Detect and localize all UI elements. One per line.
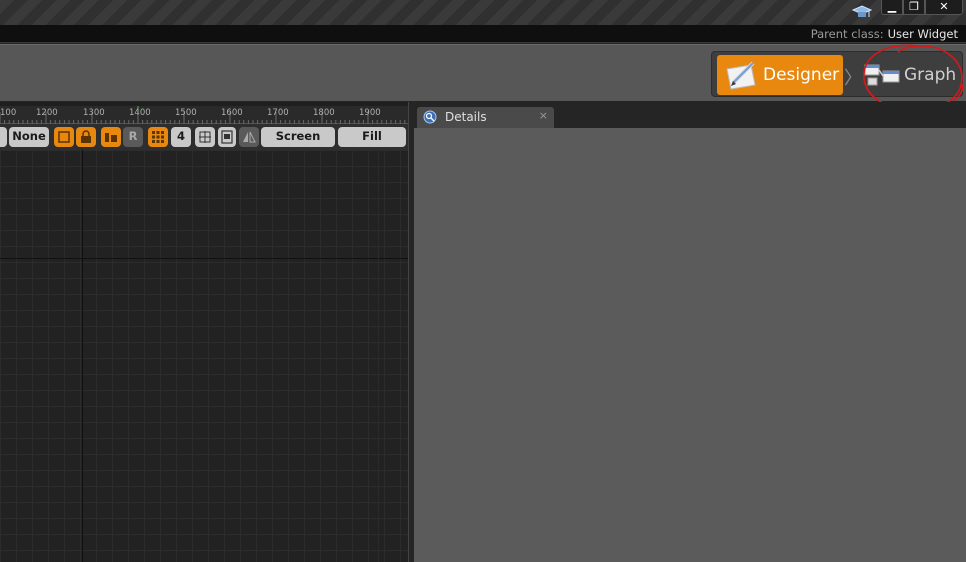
designer-label: Designer (763, 65, 840, 85)
ruler-label: 1400 (129, 108, 151, 118)
anchor-dropdown-edge[interactable] (0, 127, 7, 147)
designer-canvas-grid[interactable] (0, 150, 408, 562)
screen-size-dropdown[interactable]: Screen Size ▾ (261, 127, 335, 162)
designer-pencil-icon (726, 61, 756, 90)
parent-class-info: Parent class: User Widget (811, 27, 958, 41)
ruler-label: 1900 (359, 108, 381, 118)
restore-button[interactable]: ❐ (903, 0, 925, 15)
flip-preview-icon[interactable] (239, 127, 259, 147)
designer-mode-button[interactable]: Designer (717, 55, 843, 95)
details-info-icon (423, 110, 437, 124)
details-panel: Details × (414, 102, 966, 562)
mode-switcher: Designer 〉 Graph (711, 51, 963, 97)
horizontal-ruler: 100 1200 1300 1400 1500 1600 1700 1800 1… (0, 106, 408, 124)
ruler-label: 1200 (36, 108, 58, 118)
close-tab-icon[interactable]: × (539, 109, 548, 122)
parent-class-label: Parent class: (810, 27, 884, 41)
close-window-button[interactable]: ✕ (925, 0, 963, 15)
window-title-bar: ▁ ❐ ✕ (0, 0, 966, 25)
device-preview-icon[interactable] (218, 127, 236, 147)
canvas-axis-horizontal (0, 258, 408, 259)
mode-toolbar: Designer 〉 Graph (0, 44, 966, 101)
tab-details[interactable]: Details × (417, 107, 554, 128)
ruler-ticks (0, 106, 408, 124)
parent-class-link[interactable]: User Widget (888, 27, 958, 41)
graph-mode-button[interactable]: Graph (860, 55, 960, 95)
grid-snap-icon[interactable] (148, 127, 168, 147)
transform-mode-icon[interactable] (54, 127, 74, 147)
canvas-boundary-line (378, 150, 379, 562)
ruler-label: 1800 (313, 108, 335, 118)
canvas-axis-vertical (82, 150, 83, 562)
grid-snap-value-dropdown[interactable]: 4 (171, 127, 191, 147)
lock-icon[interactable] (76, 127, 96, 147)
graph-label: Graph (904, 65, 957, 85)
ruler-label: 1600 (221, 108, 243, 118)
ruler-label: 1300 (83, 108, 105, 118)
parent-class-bar: Parent class: User Widget (0, 25, 966, 43)
designer-viewport: 100 1200 1300 1400 1500 1600 1700 1800 1… (0, 102, 409, 562)
ruler-label: 1500 (175, 108, 197, 118)
details-content (414, 128, 966, 562)
minimize-button[interactable]: ▁ (881, 0, 903, 15)
details-tab-label: Details (445, 110, 487, 124)
viewport-toolbar: None R 4 Screen Size ▾ Fill Screen ▾ (0, 124, 408, 162)
respect-locks-toggle[interactable]: R (123, 127, 143, 147)
layout-snap-icon[interactable] (101, 127, 121, 147)
ruler-label: 1700 (267, 108, 289, 118)
zoom-to-fit-icon[interactable] (195, 127, 215, 147)
anchor-none-dropdown[interactable]: None (9, 127, 49, 147)
graph-nodes-icon (864, 64, 900, 86)
fill-screen-dropdown[interactable]: Fill Screen ▾ (338, 127, 406, 162)
graduation-cap-icon[interactable] (852, 3, 872, 21)
ruler-label: 100 (0, 108, 17, 118)
